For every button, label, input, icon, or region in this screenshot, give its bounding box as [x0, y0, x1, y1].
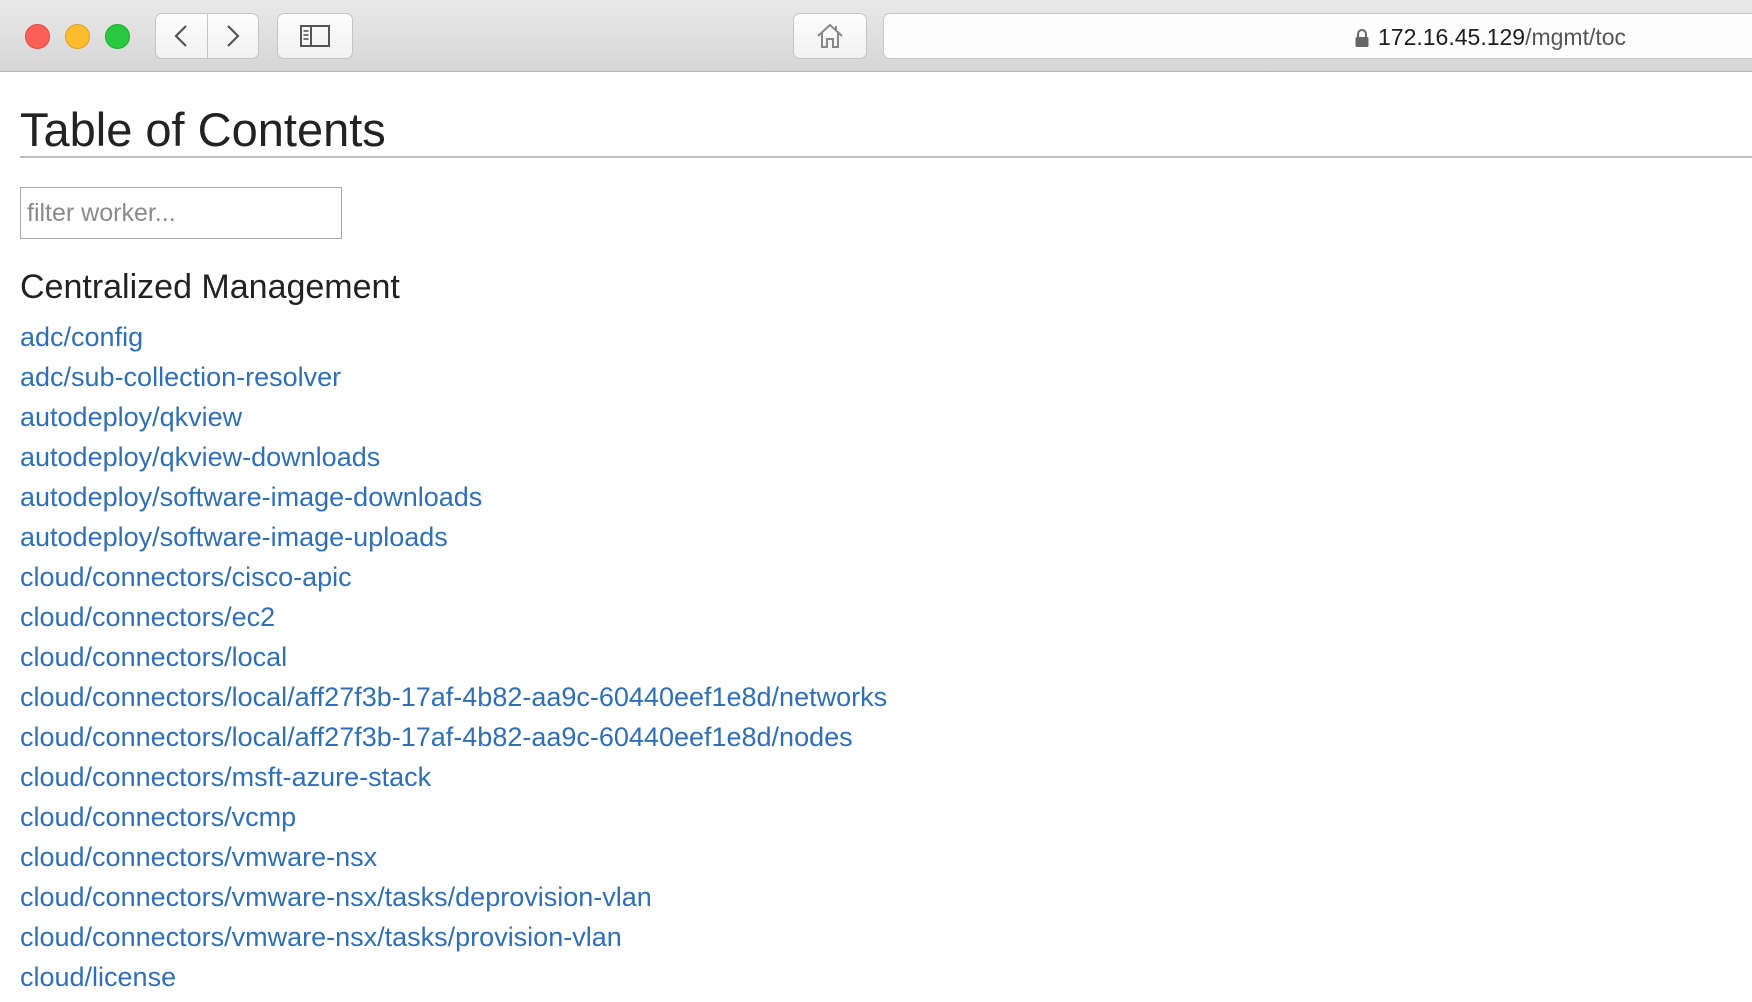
- history-nav-group: [155, 13, 259, 59]
- worker-link[interactable]: cloud/connectors/ec2: [20, 602, 275, 632]
- home-button[interactable]: [793, 13, 867, 59]
- worker-link[interactable]: cloud/connectors/local: [20, 642, 287, 672]
- worker-link-list: adc/config adc/sub-collection-resolver a…: [20, 317, 887, 997]
- list-item: autodeploy/qkview: [20, 397, 887, 437]
- worker-link[interactable]: autodeploy/software-image-downloads: [20, 482, 482, 512]
- url-host: 172.16.45.129: [1378, 24, 1526, 50]
- forward-button[interactable]: [208, 14, 259, 58]
- list-item: cloud/connectors/vmware-nsx/tasks/provis…: [20, 917, 887, 957]
- list-item: adc/sub-collection-resolver: [20, 357, 887, 397]
- list-item: autodeploy/software-image-uploads: [20, 517, 887, 557]
- list-item: cloud/connectors/vcmp: [20, 797, 887, 837]
- browser-toolbar: 172.16.45.129/mgmt/toc: [0, 0, 1752, 72]
- list-item: cloud/connectors/vmware-nsx/tasks/deprov…: [20, 877, 887, 917]
- address-bar[interactable]: 172.16.45.129/mgmt/toc: [883, 13, 1752, 59]
- section-heading: Centralized Management: [20, 268, 400, 306]
- page-content: Table of Contents Centralized Management…: [20, 72, 1752, 992]
- worker-link[interactable]: cloud/connectors/vmware-nsx/tasks/deprov…: [20, 882, 652, 912]
- list-item: autodeploy/qkview-downloads: [20, 437, 887, 477]
- worker-link[interactable]: autodeploy/qkview: [20, 402, 242, 432]
- worker-link[interactable]: cloud/connectors/cisco-apic: [20, 562, 352, 592]
- worker-link[interactable]: cloud/connectors/local/aff27f3b-17af-4b8…: [20, 722, 853, 752]
- worker-link[interactable]: cloud/connectors/local/aff27f3b-17af-4b8…: [20, 682, 887, 712]
- worker-link[interactable]: autodeploy/software-image-uploads: [20, 522, 448, 552]
- close-window-button[interactable]: [25, 24, 50, 49]
- filter-worker-input[interactable]: [20, 187, 342, 239]
- worker-link[interactable]: adc/sub-collection-resolver: [20, 362, 341, 392]
- list-item: cloud/connectors/vmware-nsx: [20, 837, 887, 877]
- worker-link[interactable]: cloud/license: [20, 962, 176, 992]
- title-divider: [20, 156, 1752, 158]
- page-title: Table of Contents: [20, 103, 386, 156]
- list-item: adc/config: [20, 317, 887, 357]
- chevron-left-icon: [174, 25, 188, 47]
- url-path: /mgmt/toc: [1525, 24, 1627, 50]
- list-item: cloud/connectors/local/aff27f3b-17af-4b8…: [20, 717, 887, 757]
- worker-link[interactable]: autodeploy/qkview-downloads: [20, 442, 380, 472]
- sidebar-toggle-button[interactable]: [277, 13, 353, 59]
- worker-link[interactable]: cloud/connectors/msft-azure-stack: [20, 762, 431, 792]
- list-item: cloud/connectors/cisco-apic: [20, 557, 887, 597]
- list-item: cloud/connectors/local: [20, 637, 887, 677]
- url-display: 172.16.45.129/mgmt/toc: [1354, 24, 1626, 51]
- home-icon: [817, 23, 843, 48]
- list-item: autodeploy/software-image-downloads: [20, 477, 887, 517]
- list-item: cloud/connectors/local/aff27f3b-17af-4b8…: [20, 677, 887, 717]
- worker-link[interactable]: adc/config: [20, 322, 143, 352]
- sidebar-icon: [300, 25, 330, 47]
- list-item: cloud/connectors/msft-azure-stack: [20, 757, 887, 797]
- chevron-right-icon: [226, 25, 240, 47]
- worker-link[interactable]: cloud/connectors/vmware-nsx: [20, 842, 377, 872]
- worker-link[interactable]: cloud/connectors/vmware-nsx/tasks/provis…: [20, 922, 622, 952]
- list-item: cloud/connectors/ec2: [20, 597, 887, 637]
- back-button[interactable]: [156, 14, 208, 58]
- lock-icon: [1355, 28, 1369, 47]
- worker-link[interactable]: cloud/connectors/vcmp: [20, 802, 296, 832]
- list-item: cloud/license: [20, 957, 887, 997]
- minimize-window-button[interactable]: [65, 24, 90, 49]
- maximize-window-button[interactable]: [105, 24, 130, 49]
